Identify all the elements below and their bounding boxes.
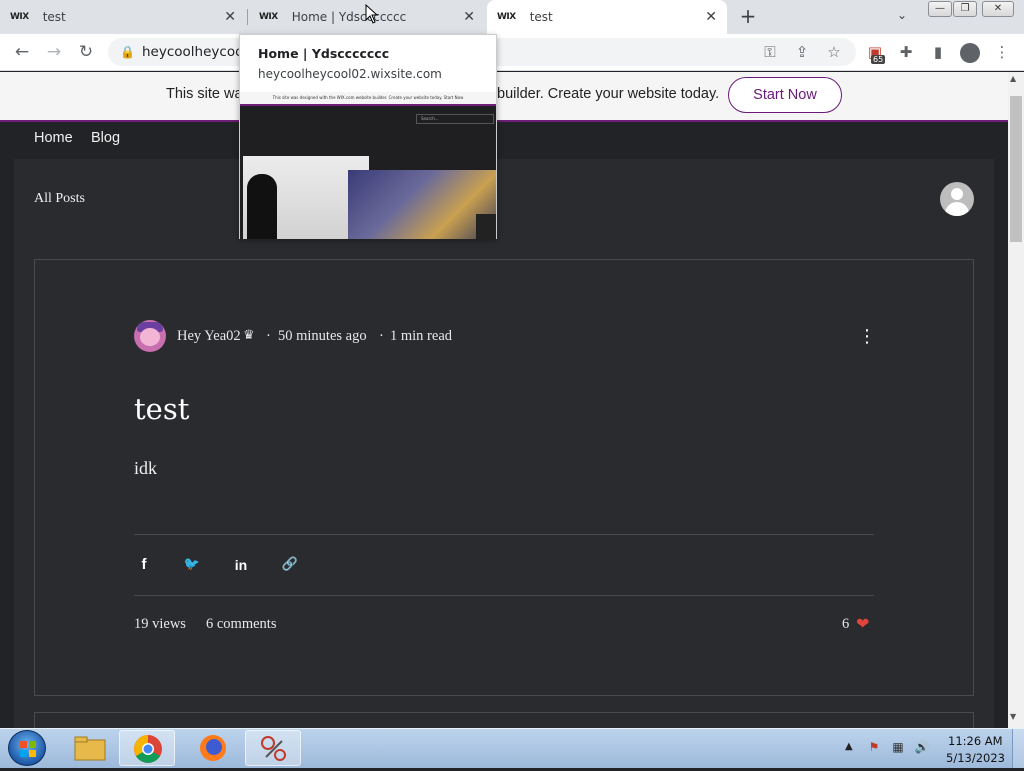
- back-arrow-icon[interactable]: ←: [10, 40, 34, 64]
- wix-favicon-icon: WIX: [497, 12, 516, 22]
- wix-favicon-icon: WIX: [259, 12, 278, 22]
- post-title: test: [134, 392, 190, 426]
- tab-close-icon[interactable]: ✕: [224, 9, 236, 25]
- folder-icon: [74, 736, 106, 761]
- puzzle-extensions-icon[interactable]: ✚: [895, 41, 917, 63]
- comments-count[interactable]: 6 comments: [206, 616, 276, 633]
- mouse-cursor-icon: [365, 4, 379, 24]
- post-body: idk: [134, 458, 158, 478]
- taskbar-firefox-button[interactable]: [185, 730, 241, 766]
- hover-card-url: heycoolheycool02.wixsite.com: [258, 67, 442, 81]
- meta-separator: ·: [266, 328, 271, 344]
- meta-separator: ·: [379, 328, 384, 344]
- heart-like-icon[interactable]: ❤: [856, 614, 869, 633]
- more-actions-icon[interactable]: ⋮: [858, 326, 876, 347]
- all-posts-link[interactable]: All Posts: [34, 191, 85, 207]
- hover-card-title: Home | Ydsccccccc: [258, 46, 390, 61]
- tab-close-icon[interactable]: ✕: [463, 9, 475, 25]
- linkedin-share-icon[interactable]: in: [231, 555, 251, 575]
- preview-search: Search...: [416, 114, 494, 124]
- views-count: 19 views: [134, 616, 186, 632]
- taskbar-explorer-button[interactable]: [62, 730, 118, 766]
- scissors-icon: [261, 736, 286, 761]
- volume-icon[interactable]: 🔊: [914, 740, 930, 756]
- lock-icon[interactable]: 🔒: [120, 45, 135, 59]
- author-avatar[interactable]: [134, 320, 166, 352]
- post-time: 50 minutes ago: [278, 328, 367, 344]
- maximize-button[interactable]: ❐: [953, 1, 977, 17]
- hover-card-preview: This site was designed with the WIX.com …: [240, 92, 496, 239]
- window-close-button[interactable]: ✕: [982, 1, 1014, 17]
- member-avatar-icon[interactable]: [940, 182, 974, 216]
- read-time: 1 min read: [390, 328, 453, 344]
- firefox-icon: [200, 735, 226, 761]
- nav-home-link[interactable]: Home: [34, 130, 73, 146]
- banner-text-left: This site wa: [166, 86, 243, 102]
- chrome-icon: [134, 735, 162, 763]
- tab-close-icon[interactable]: ✕: [705, 9, 717, 25]
- scrollbar-thumb[interactable]: [1010, 96, 1022, 242]
- twitter-share-icon[interactable]: 🐦: [182, 555, 202, 575]
- clock-date[interactable]: 5/13/2023: [946, 751, 1005, 765]
- banner-text-right: builder. Create your website today.: [497, 86, 720, 102]
- profile-avatar-icon[interactable]: [960, 43, 980, 63]
- menu-kebab-icon[interactable]: ⋮: [991, 41, 1013, 63]
- tab-search-icon[interactable]: ⌄: [897, 8, 907, 22]
- taskbar-chrome-button[interactable]: [119, 730, 175, 766]
- extension-badge: 65: [871, 55, 886, 64]
- scroll-down-arrow-icon[interactable]: ▼: [1010, 712, 1016, 721]
- facebook-share-icon[interactable]: f: [134, 555, 154, 575]
- divider: [134, 534, 874, 535]
- preview-banner: This site was designed with the WIX.com …: [240, 92, 496, 104]
- start-button[interactable]: [8, 730, 46, 766]
- key-icon[interactable]: ⚿: [759, 41, 781, 63]
- tab-title: test: [529, 10, 553, 24]
- network-icon[interactable]: ▦: [890, 740, 906, 756]
- show-desktop-button[interactable]: [1012, 729, 1024, 768]
- crown-icon: ♛: [243, 328, 255, 343]
- site-nav-bar: [0, 122, 1008, 159]
- preview-image-2: [348, 170, 496, 239]
- clock-time[interactable]: 11:26 AM: [948, 734, 1003, 748]
- forward-arrow-icon[interactable]: →: [42, 40, 66, 64]
- tab-title: Home | Ydsccccccc: [291, 10, 407, 24]
- scroll-up-arrow-icon[interactable]: ▲: [1010, 74, 1016, 83]
- tab-3-active[interactable]: WIX test ✕: [487, 0, 727, 34]
- taskbar-snipping-tool-button[interactable]: [245, 730, 301, 766]
- bookmark-star-icon[interactable]: ☆: [823, 41, 845, 63]
- wix-favicon-icon: WIX: [10, 12, 29, 22]
- tab-1[interactable]: WIX test ✕: [10, 0, 246, 34]
- url-text[interactable]: heycoolheycool: [142, 44, 247, 60]
- show-hidden-icons-icon[interactable]: ▲: [845, 741, 853, 752]
- minimize-button[interactable]: —: [928, 1, 952, 17]
- windows-flag-icon: [20, 741, 36, 757]
- action-center-flag-icon[interactable]: ⚑: [866, 740, 882, 756]
- likes-count: 6: [842, 616, 850, 632]
- side-panel-icon[interactable]: ▮: [927, 41, 949, 63]
- reload-icon[interactable]: ↻: [74, 40, 98, 64]
- new-tab-button[interactable]: +: [738, 6, 758, 26]
- divider: [134, 595, 874, 596]
- tab-separator: [247, 9, 248, 25]
- tab-title: test: [42, 10, 66, 24]
- share-icon[interactable]: ⇪: [791, 41, 813, 63]
- start-now-button[interactable]: Start Now: [728, 77, 842, 113]
- copy-link-icon[interactable]: 🔗: [280, 555, 300, 575]
- author-name[interactable]: Hey Yea02: [177, 328, 241, 345]
- nav-blog-link[interactable]: Blog: [91, 130, 120, 146]
